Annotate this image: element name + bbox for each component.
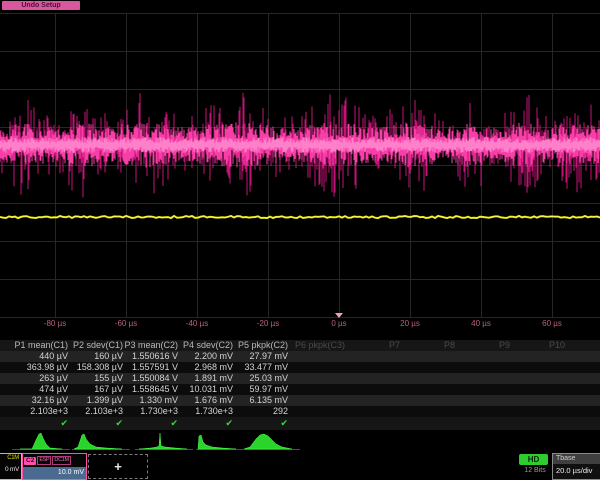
time-axis-label: -40 µs	[186, 319, 208, 328]
measure-sdev-value: 6.135 mV	[233, 395, 288, 406]
time-axis-label: -60 µs	[115, 319, 137, 328]
measure-mean-value: 363.98 µV	[13, 362, 68, 373]
c2-channel-label: C2	[24, 457, 36, 465]
add-trace-button[interactable]: +	[88, 454, 148, 479]
measure-min-value: 1.891 mV	[178, 373, 233, 384]
measure-row-value: 440 µV160 µV1.550616 V2.200 mV27.97 mV	[0, 351, 600, 362]
measure-value-value: 27.97 mV	[233, 351, 288, 362]
c2-descriptor-box[interactable]: C2 ESP DC1M 10.0 mV	[22, 453, 87, 480]
measure-mean-value: 2.968 mV	[178, 362, 233, 373]
hd-bits-label: 12 Bits	[518, 467, 552, 477]
measure-value-value: 440 µV	[13, 351, 68, 362]
c1-scale-value: 0 mV	[0, 463, 21, 476]
measure-num-value: 1.730e+3	[178, 406, 233, 417]
graticule-grid	[0, 13, 600, 318]
measure-row-num: 2.103e+32.103e+31.730e+31.730e+3292	[0, 406, 600, 417]
histicon-p5[interactable]	[242, 430, 300, 452]
measure-header-p8[interactable]: P8	[400, 340, 455, 351]
timebase-descriptor-box[interactable]: Tbase 20.0 µs/div	[552, 453, 600, 480]
measure-max-value: 59.97 mV	[233, 384, 288, 395]
time-axis-label: 40 µs	[471, 319, 491, 328]
c1-trace-yellow	[0, 216, 600, 218]
c2-scale-value: 10.0 mV	[23, 467, 86, 479]
measure-min-value: 155 µV	[68, 373, 123, 384]
measure-num-value: 2.103e+3	[13, 406, 68, 417]
measure-min-value: 1.550084 V	[123, 373, 178, 384]
measure-mean-value: 158.308 µV	[68, 362, 123, 373]
timebase-value: 20.0 µs/div	[553, 464, 600, 477]
histicon-p3[interactable]	[135, 430, 193, 452]
measure-header-p3[interactable]: P3 mean(C2)	[123, 340, 178, 351]
measure-header-p5[interactable]: P5 pkpk(C2)	[233, 340, 288, 351]
time-axis: -100 µs-80 µs-60 µs-40 µs-20 µs0 µs20 µs…	[0, 316, 600, 331]
measure-mean-value: 33.477 mV	[233, 362, 288, 373]
measure-header-p2[interactable]: P2 sdev(C1)	[68, 340, 123, 351]
measure-row-status: ✔✔✔✔✔	[0, 417, 600, 430]
measure-header-p9[interactable]: P9	[455, 340, 510, 351]
measure-value-value: 1.550616 V	[123, 351, 178, 362]
measure-header-p7[interactable]: P7	[345, 340, 400, 351]
measure-value-value: 2.200 mV	[178, 351, 233, 362]
measure-mean-value: 1.557591 V	[123, 362, 178, 373]
measure-header-p4[interactable]: P4 sdev(C2)	[178, 340, 233, 351]
measure-sdev-value: 1.676 mV	[178, 395, 233, 406]
c1-descriptor-box[interactable]: C1M 0 mV	[0, 453, 22, 480]
measure-num-value: 292	[233, 406, 288, 417]
trigger-position-marker[interactable]	[335, 313, 343, 318]
measure-row-mean: 363.98 µV158.308 µV1.557591 V2.968 mV33.…	[0, 362, 600, 373]
measure-sdev-value: 1.399 µV	[68, 395, 123, 406]
measure-max-value: 474 µV	[13, 384, 68, 395]
measure-value-value: 160 µV	[68, 351, 123, 362]
c2-flag-coupling: DC1M	[52, 456, 70, 465]
status-check-icon: ✔	[68, 417, 123, 428]
histicon-p1[interactable]	[12, 430, 70, 452]
measure-row-min: 263 µV155 µV1.550084 V1.891 mV25.03 mV	[0, 373, 600, 384]
time-axis-label: 20 µs	[400, 319, 420, 328]
measure-max-value: 10.031 mV	[178, 384, 233, 395]
measure-sdev-value: 32.16 µV	[13, 395, 68, 406]
measure-num-value: 1.730e+3	[123, 406, 178, 417]
time-axis-label: -80 µs	[44, 319, 66, 328]
time-axis-label: -20 µs	[257, 319, 279, 328]
status-check-icon: ✔	[13, 417, 68, 428]
plus-icon: +	[114, 459, 122, 474]
measurement-histicons	[0, 430, 600, 452]
hd-mode-badge[interactable]: HD	[519, 454, 548, 465]
measurement-table: P1 mean(C1)P2 sdev(C1)P3 mean(C2)P4 sdev…	[0, 340, 600, 432]
status-check-icon: ✔	[123, 417, 178, 428]
measure-header-p10[interactable]: P10	[510, 340, 565, 351]
histicon-p2[interactable]	[72, 430, 130, 452]
oscilloscope-screen: Undo Setup -100 µs-80 µs-60 µs-40 µs-20 …	[0, 0, 600, 480]
timebase-label: Tbase	[553, 454, 600, 464]
measure-max-value: 167 µV	[68, 384, 123, 395]
measure-row-sdev: 32.16 µV1.399 µV1.330 mV1.676 mV6.135 mV	[0, 395, 600, 406]
c2-flag-esp: ESP	[37, 456, 51, 465]
measure-sdev-value: 1.330 mV	[123, 395, 178, 406]
status-check-icon: ✔	[178, 417, 233, 428]
time-axis-label: 0 µs	[331, 319, 346, 328]
measure-num-value: 2.103e+3	[68, 406, 123, 417]
waveform-display	[0, 0, 600, 330]
c1-coupling-label: C1M	[0, 454, 21, 463]
time-axis-label: 60 µs	[542, 319, 562, 328]
measure-header-p6[interactable]: P6 pkpk(C3)	[290, 340, 345, 351]
status-check-icon: ✔	[233, 417, 288, 428]
measure-row-max: 474 µV167 µV1.558645 V10.031 mV59.97 mV	[0, 384, 600, 395]
measure-max-value: 1.558645 V	[123, 384, 178, 395]
measure-min-value: 263 µV	[13, 373, 68, 384]
measure-header-p1[interactable]: P1 mean(C1)	[13, 340, 68, 351]
c2-trace-pink	[0, 93, 600, 198]
measure-min-value: 25.03 mV	[233, 373, 288, 384]
